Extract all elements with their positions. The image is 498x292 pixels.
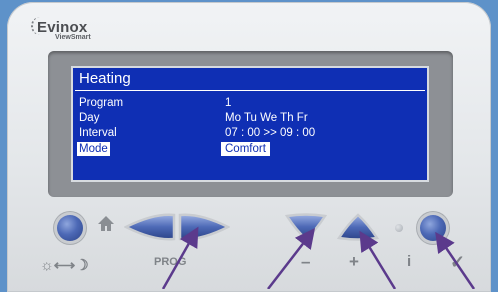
arrow-to-next bbox=[161, 226, 199, 289]
arrow-to-up bbox=[359, 230, 397, 289]
arrow-to-ok bbox=[435, 231, 476, 289]
arrow-to-down bbox=[267, 228, 316, 289]
annotation-arrows bbox=[161, 226, 476, 289]
